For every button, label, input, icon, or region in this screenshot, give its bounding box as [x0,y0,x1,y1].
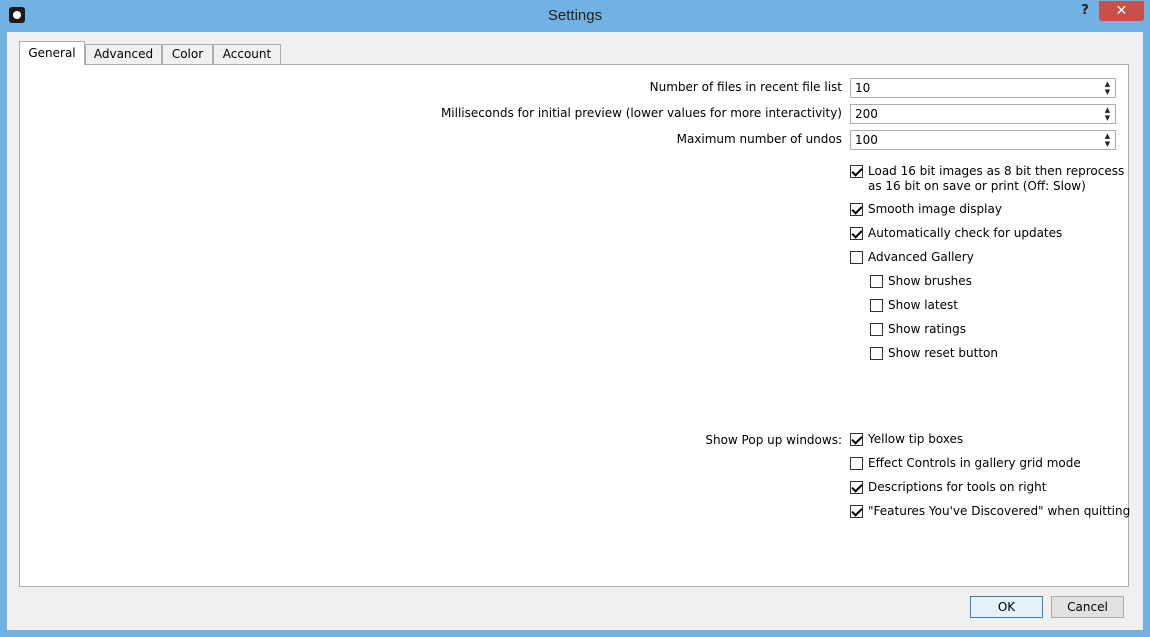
tab-account[interactable]: Account [213,44,281,64]
checkbox-box[interactable] [870,275,883,288]
tool-descriptions-label: Descriptions for tools on right [868,480,1047,494]
checkbox-box[interactable] [850,481,863,494]
show-ratings-label: Show ratings [888,322,966,336]
advanced-gallery-label: Advanced Gallery [868,250,974,264]
preview-ms-label: Milliseconds for initial preview (lower … [440,106,842,120]
max-undos-label: Maximum number of undos [676,132,842,146]
checkbox-box[interactable] [870,347,883,360]
checkbox-box[interactable] [850,251,863,264]
recent-files-label: Number of files in recent file list [649,80,842,94]
smooth-display-label: Smooth image display [868,202,1002,216]
ok-button[interactable]: OK [970,596,1043,618]
checkbox-box[interactable] [850,433,863,446]
checkbox-box[interactable] [870,323,883,336]
recent-files-spinner[interactable]: 10 ▲ ▼ [850,78,1116,98]
spin-down-icon[interactable]: ▼ [1101,88,1114,96]
title-bar: Settings ? ✕ [0,0,1150,32]
show-latest-label: Show latest [888,298,958,312]
checkbox-box[interactable] [850,457,863,470]
show-brushes-label: Show brushes [888,274,972,288]
features-discovered-label: "Features You've Discovered" when quitti… [868,504,1131,518]
max-undos-spinner[interactable]: 100 ▲ ▼ [850,130,1116,150]
spin-up-icon[interactable]: ▲ [1101,132,1114,140]
close-icon: ✕ [1115,3,1128,19]
cancel-button[interactable]: Cancel [1051,596,1124,618]
spin-down-icon[interactable]: ▼ [1101,114,1114,122]
recent-files-value[interactable]: 10 [855,81,870,95]
dialog-body: General Advanced Color Account Number of… [7,32,1143,630]
checkbox-box[interactable] [850,203,863,216]
checkbox-box[interactable] [850,505,863,518]
preview-ms-value[interactable]: 200 [855,107,878,121]
checkbox-box[interactable] [850,165,863,178]
tab-advanced[interactable]: Advanced [85,44,162,64]
load-16bit-label-line2: as 16 bit on save or print (Off: Slow) [868,179,1086,193]
max-undos-value[interactable]: 100 [855,133,878,147]
checkbox-box[interactable] [850,227,863,240]
spin-up-icon[interactable]: ▲ [1101,80,1114,88]
checkbox-box[interactable] [870,299,883,312]
spin-up-icon[interactable]: ▲ [1101,106,1114,114]
spin-down-icon[interactable]: ▼ [1101,140,1114,148]
preview-ms-spinner[interactable]: 200 ▲ ▼ [850,104,1116,124]
show-reset-button-label: Show reset button [888,346,998,360]
load-16bit-label-line1: Load 16 bit images as 8 bit then reproce… [868,164,1125,178]
general-panel: Number of files in recent file list 10 ▲… [19,64,1131,587]
tab-color[interactable]: Color [162,44,213,64]
help-button[interactable]: ? [1076,3,1094,21]
yellow-tips-label: Yellow tip boxes [868,432,964,446]
tab-general[interactable]: General [19,41,85,65]
popups-label: Show Pop up windows: [705,433,842,447]
check-updates-label: Automatically check for updates [868,226,1063,240]
effect-controls-label: Effect Controls in gallery grid mode [868,456,1081,470]
window-title: Settings [547,7,603,24]
close-button[interactable]: ✕ [1099,1,1144,21]
